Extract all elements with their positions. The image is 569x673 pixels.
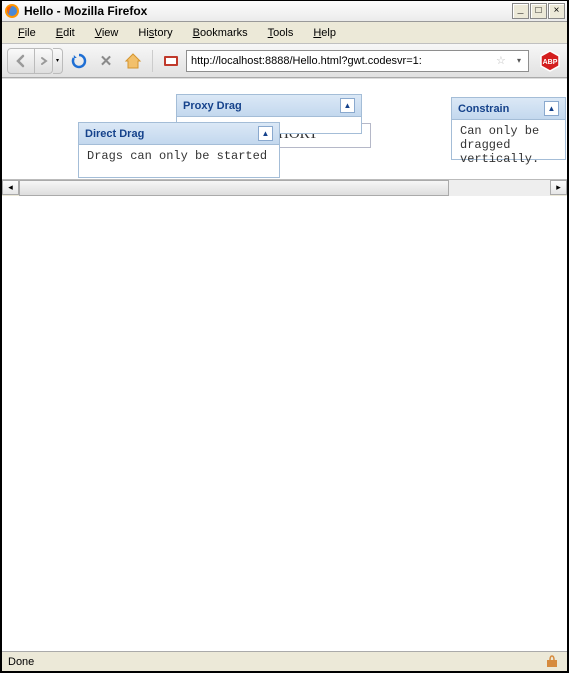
menu-view[interactable]: View xyxy=(87,25,127,41)
empty-area xyxy=(2,196,567,651)
panel-proxy-title: Proxy Drag xyxy=(183,100,340,112)
menu-bookmarks-label: ookmarks xyxy=(200,27,248,39)
close-button[interactable]: × xyxy=(548,3,565,19)
panel-direct-title: Direct Drag xyxy=(85,128,258,140)
svg-text:ABP: ABP xyxy=(543,59,558,66)
url-bar: ☆ ▾ xyxy=(186,50,529,72)
maximize-button[interactable]: □ xyxy=(530,3,547,19)
menu-tools-label: ools xyxy=(273,27,293,39)
toolbar-separator xyxy=(152,50,153,72)
menu-bookmarks[interactable]: Bookmarks xyxy=(185,25,256,41)
window-title: Hello - Mozilla Firefox xyxy=(24,4,512,18)
scroll-thumb[interactable] xyxy=(19,180,449,196)
menu-tools[interactable]: Tools xyxy=(260,25,302,41)
adblock-icon[interactable]: ABP xyxy=(538,49,562,73)
menu-file-label: ile xyxy=(25,27,36,39)
panel-constrain-header[interactable]: Constrain ▲ xyxy=(452,98,565,120)
minimize-button[interactable]: _ xyxy=(512,3,529,19)
scroll-left-button[interactable]: ◂ xyxy=(2,180,19,195)
menu-help[interactable]: Help xyxy=(305,25,344,41)
bookmark-star-icon[interactable]: ☆ xyxy=(496,54,512,67)
panel-constrain[interactable]: Constrain ▲ Can only be dragged vertical… xyxy=(451,97,566,160)
menu-history-label: tory xyxy=(154,27,172,39)
forward-button[interactable] xyxy=(35,48,53,74)
menu-help-label: elp xyxy=(321,27,336,39)
scroll-track[interactable] xyxy=(19,180,550,196)
panel-constrain-title: Constrain xyxy=(458,103,544,115)
panel-constrain-body: Can only be dragged vertically. xyxy=(452,120,565,170)
collapse-icon[interactable]: ▲ xyxy=(258,126,273,141)
collapse-icon[interactable]: ▲ xyxy=(340,98,355,113)
panel-direct-drag[interactable]: Direct Drag ▲ Drags can only be started xyxy=(78,122,280,178)
nav-group: ▾ xyxy=(7,48,63,74)
menubar: File Edit View History Bookmarks Tools H… xyxy=(2,22,567,44)
reload-button[interactable] xyxy=(68,50,90,72)
menu-edit-label: dit xyxy=(63,27,75,39)
home-button[interactable] xyxy=(122,50,144,72)
menu-view-label: iew xyxy=(102,27,119,39)
collapse-icon[interactable]: ▲ xyxy=(544,101,559,116)
toolbar: ▾ ✕ ☆ ▾ ABP xyxy=(2,44,567,78)
menu-file[interactable]: File xyxy=(10,25,44,41)
page-content: HORT Proxy Drag ▲ Direct Drag ▲ Drags ca… xyxy=(2,78,567,179)
panel-direct-body: Drags can only be started xyxy=(79,145,279,167)
panel-direct-header[interactable]: Direct Drag ▲ xyxy=(79,123,279,145)
url-dropdown[interactable]: ▾ xyxy=(512,56,526,65)
firefox-icon xyxy=(4,3,20,19)
titlebar: Hello - Mozilla Firefox _ □ × xyxy=(2,1,567,22)
back-button[interactable] xyxy=(7,48,35,74)
window-buttons: _ □ × xyxy=(512,3,565,19)
status-text: Done xyxy=(8,656,543,668)
menu-edit[interactable]: Edit xyxy=(48,25,83,41)
panel-proxy-header[interactable]: Proxy Drag ▲ xyxy=(177,95,361,117)
horizontal-scrollbar[interactable]: ◂ ▸ xyxy=(2,179,567,196)
menu-history[interactable]: History xyxy=(130,25,180,41)
page-favicon xyxy=(161,51,181,71)
scroll-right-button[interactable]: ▸ xyxy=(550,180,567,195)
status-extension-icon[interactable] xyxy=(543,654,561,670)
statusbar: Done xyxy=(2,651,567,671)
nav-dropdown[interactable]: ▾ xyxy=(53,48,63,74)
url-input[interactable] xyxy=(189,55,496,67)
stop-button[interactable]: ✕ xyxy=(95,50,117,72)
